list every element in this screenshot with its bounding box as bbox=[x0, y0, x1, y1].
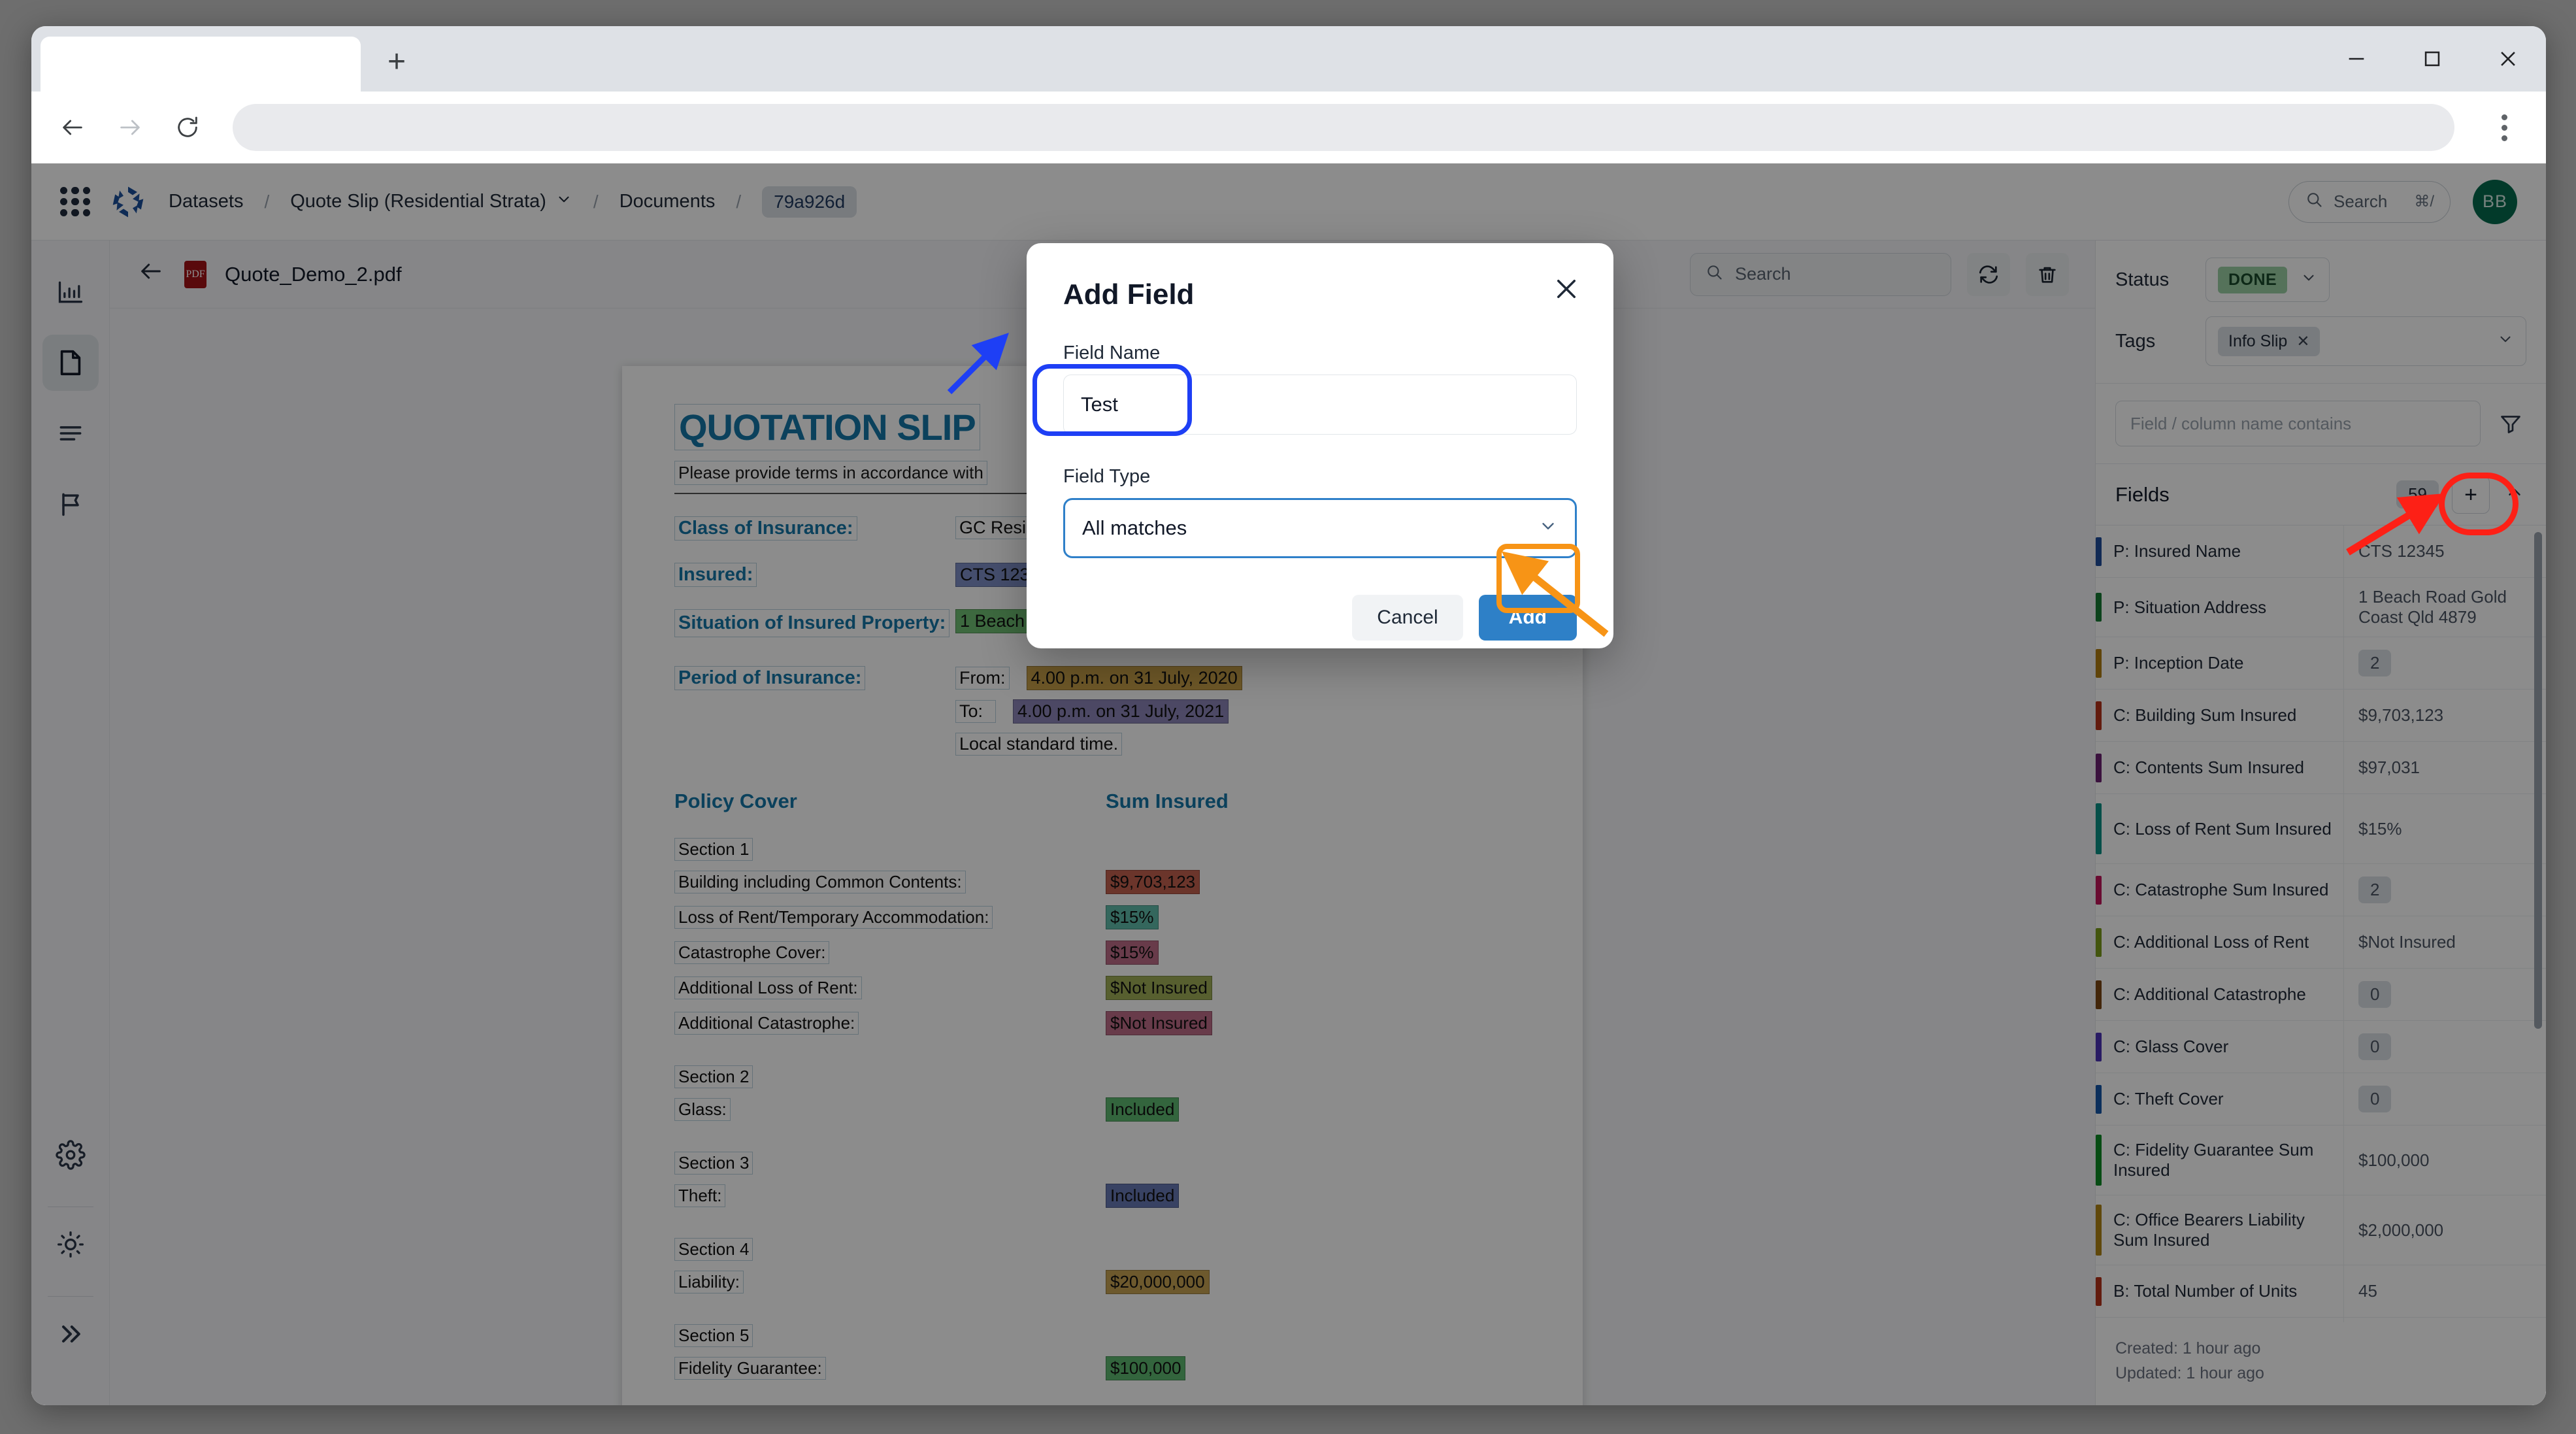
close-icon[interactable] bbox=[1549, 272, 1583, 306]
browser-window: + bbox=[31, 26, 2546, 1405]
field-name-input[interactable]: Test bbox=[1063, 375, 1577, 435]
field-type-select[interactable]: All matches bbox=[1063, 498, 1577, 558]
chevron-down-icon bbox=[1538, 516, 1558, 541]
field-type-value: All matches bbox=[1082, 516, 1187, 540]
add-field-dialog: Add Field Field Name Test Field Type All… bbox=[1027, 243, 1613, 648]
field-name-label: Field Name bbox=[1063, 342, 1577, 364]
cancel-button[interactable]: Cancel bbox=[1352, 595, 1462, 641]
dialog-title: Add Field bbox=[1063, 278, 1577, 311]
dialog-actions: Cancel Add bbox=[1063, 595, 1577, 641]
add-button[interactable]: Add bbox=[1479, 595, 1577, 641]
field-name-value: Test bbox=[1081, 393, 1118, 416]
modal-overlay: Add Field Field Name Test Field Type All… bbox=[31, 26, 2546, 1405]
field-type-label: Field Type bbox=[1063, 466, 1577, 488]
